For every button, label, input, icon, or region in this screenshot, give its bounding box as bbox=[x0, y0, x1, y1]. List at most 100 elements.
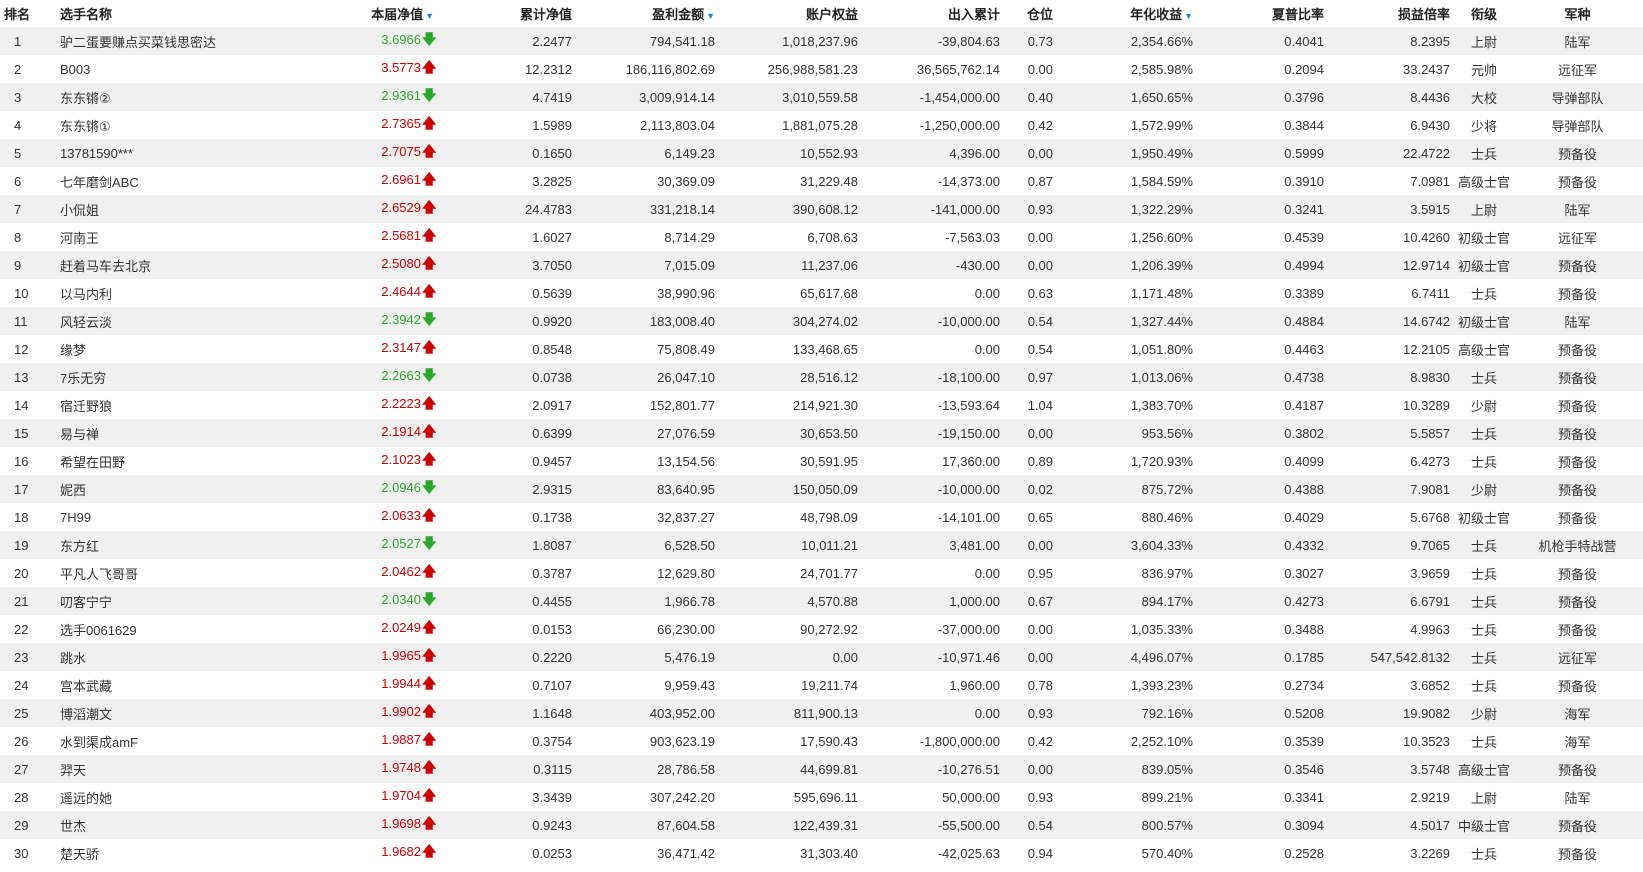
row-name[interactable]: 希望在田野 bbox=[56, 447, 332, 475]
row-name[interactable]: 宫本武藏 bbox=[56, 671, 332, 699]
table-row[interactable]: 27 羿天 1.9748🡅 0.3115 28,786.58 44,699.81 -10,2… bbox=[0, 755, 1643, 783]
row-sharpe: 0.4029 bbox=[1199, 503, 1330, 531]
table-row[interactable]: 4 东东锵① 2.7365🡅 1.5989 2,113,803.04 1,881,075.… bbox=[0, 111, 1643, 139]
table-row[interactable]: 1 驴二蛋要赚点买菜钱思密达 3.6966🡇 2.2477 794,541.18 1,01… bbox=[0, 27, 1643, 55]
table-row[interactable]: 10 以马内利 2.4644🡅 0.5639 38,990.96 65,617.68 0.0… bbox=[0, 279, 1643, 307]
table-row[interactable]: 26 水到渠成amF 1.9887🡅 0.3754 903,623.19 17,590.4… bbox=[0, 727, 1643, 755]
table-row[interactable]: 14 宿迁野狼 2.2223🡅 2.0917 152,801.77 214,921.30-… bbox=[0, 391, 1643, 419]
table-row[interactable]: 25 博滔潮文 1.9902🡅 1.1648 403,952.00 811,900.13 0… bbox=[0, 699, 1643, 727]
table-row[interactable]: 21 叨客宁宁 2.0340🡇 0.4455 1,966.78 4,570.88 1,000… bbox=[0, 587, 1643, 615]
row-annual: 1,322.29% bbox=[1059, 195, 1199, 223]
row-pl-ratio: 14.6742 bbox=[1330, 307, 1456, 335]
header-annual[interactable]: 年化收益 ▼ bbox=[1059, 0, 1199, 27]
row-name[interactable]: 缘梦 bbox=[56, 335, 332, 363]
arrow-up-icon: 🡅 bbox=[422, 339, 437, 355]
row-title: 少尉 bbox=[1456, 475, 1512, 503]
header-rank[interactable]: 排名 bbox=[0, 0, 56, 27]
row-sharpe: 0.3241 bbox=[1199, 195, 1330, 223]
header-sharpe[interactable]: 夏普比率 bbox=[1199, 0, 1330, 27]
row-name[interactable]: 东东锵② bbox=[56, 83, 332, 111]
header-nav[interactable]: 本届净值 ▼ bbox=[332, 0, 440, 27]
row-name[interactable]: 楚天骄 bbox=[56, 839, 332, 867]
row-name[interactable]: 13781590*** bbox=[56, 139, 332, 167]
row-annual: 1,572.99% bbox=[1059, 111, 1199, 139]
row-rank: 7 bbox=[0, 195, 56, 223]
table-row[interactable]: 19 东方红 2.0527🡇 1.8087 6,528.50 10,011.21 3,481… bbox=[0, 531, 1643, 559]
table-row[interactable]: 5 13781590*** 2.7075🡅 0.1650 6,149.23 10,552.… bbox=[0, 139, 1643, 167]
row-rank: 4 bbox=[0, 111, 56, 139]
table-row[interactable]: 30 楚天骄 1.9682🡅 0.0253 36,471.42 31,303.40 -42,… bbox=[0, 839, 1643, 867]
row-name[interactable]: 以马内利 bbox=[56, 279, 332, 307]
row-name[interactable]: 驴二蛋要赚点买菜钱思密达 bbox=[56, 27, 332, 55]
table-row[interactable]: 9 赶着马车去北京 2.5080🡅 3.7050 7,015.09 11,237.06 -4… bbox=[0, 251, 1643, 279]
nav-value: 1.9902 bbox=[381, 704, 421, 719]
row-name[interactable]: 小侃姐 bbox=[56, 195, 332, 223]
header-army-label: 军种 bbox=[1564, 7, 1591, 22]
header-title-label: 衔级 bbox=[1470, 7, 1497, 22]
row-name[interactable]: 河南王 bbox=[56, 223, 332, 251]
row-name[interactable]: 叨客宁宁 bbox=[56, 587, 332, 615]
header-army[interactable]: 军种 bbox=[1512, 0, 1643, 27]
table-row[interactable]: 28 遥远的她 1.9704🡅 3.3439 307,242.20 595,696.11 5… bbox=[0, 783, 1643, 811]
table-row[interactable]: 22 选手0061629 2.0249🡅 0.0153 66,230.00 90,272.… bbox=[0, 615, 1643, 643]
table-row[interactable]: 6 七年磨剑ABC 2.6961🡅 3.2825 30,369.09 31,229.48-… bbox=[0, 167, 1643, 195]
table-row[interactable]: 18 7H99 2.0633🡅 0.1738 32,837.27 48,798.09 -14… bbox=[0, 503, 1643, 531]
row-position: 0.87 bbox=[1006, 167, 1059, 195]
table-row[interactable]: 2 B003 3.5773🡅 12.2312 186,116,802.69 256,988… bbox=[0, 55, 1643, 83]
table-row[interactable]: 7 小侃姐 2.6529🡅 24.4783 331,218.14 390,608.12 -1… bbox=[0, 195, 1643, 223]
row-name[interactable]: 妮西 bbox=[56, 475, 332, 503]
row-name[interactable]: 选手0061629 bbox=[56, 615, 332, 643]
header-name[interactable]: 选手名称 bbox=[56, 0, 332, 27]
row-name[interactable]: 遥远的她 bbox=[56, 783, 332, 811]
header-cum-nav[interactable]: 累计净值 bbox=[440, 0, 578, 27]
table-row[interactable]: 12 缘梦 2.3147🡅 0.8548 75,808.49 133,468.65 0.00… bbox=[0, 335, 1643, 363]
row-name[interactable]: 七年磨剑ABC bbox=[56, 167, 332, 195]
row-name[interactable]: 易与禅 bbox=[56, 419, 332, 447]
row-name[interactable]: 7乐无穷 bbox=[56, 363, 332, 391]
row-title: 士兵 bbox=[1456, 643, 1512, 671]
row-nav: 2.4644🡅 bbox=[332, 279, 440, 307]
row-name[interactable]: 跳水 bbox=[56, 643, 332, 671]
header-inout[interactable]: 出入累计 bbox=[864, 0, 1006, 27]
row-inout: 0.00 bbox=[864, 699, 1006, 727]
row-name[interactable]: B003 bbox=[56, 55, 332, 83]
row-name[interactable]: 7H99 bbox=[56, 503, 332, 531]
nav-value: 2.4644 bbox=[381, 284, 421, 299]
row-army: 陆军 bbox=[1512, 27, 1643, 55]
arrow-up-icon: 🡅 bbox=[422, 619, 437, 635]
row-annual: 792.16% bbox=[1059, 699, 1199, 727]
header-equity[interactable]: 账户权益 bbox=[721, 0, 864, 27]
header-title[interactable]: 衔级 bbox=[1456, 0, 1512, 27]
row-profit: 8,714.29 bbox=[578, 223, 721, 251]
table-row[interactable]: 15 易与禅 2.1914🡅 0.6399 27,076.59 30,653.50 -19,… bbox=[0, 419, 1643, 447]
table-row[interactable]: 13 7乐无穷 2.2663🡇 0.0738 26,047.10 28,516.12 -18… bbox=[0, 363, 1643, 391]
table-row[interactable]: 29 世杰 1.9698🡅 0.9243 87,604.58 122,439.31 -55,… bbox=[0, 811, 1643, 839]
header-pl-ratio[interactable]: 损益倍率 bbox=[1330, 0, 1456, 27]
row-nav: 3.5773🡅 bbox=[332, 55, 440, 83]
row-name[interactable]: 赶着马车去北京 bbox=[56, 251, 332, 279]
row-name[interactable]: 平凡人飞哥哥 bbox=[56, 559, 332, 587]
row-name[interactable]: 宿迁野狼 bbox=[56, 391, 332, 419]
table-row[interactable]: 16 希望在田野 2.1023🡅 0.9457 13,154.56 30,591.95 17… bbox=[0, 447, 1643, 475]
row-profit: 186,116,802.69 bbox=[578, 55, 721, 83]
table-row[interactable]: 23 跳水 1.9965🡅 0.2220 5,476.19 0.00 -10,971.46 0… bbox=[0, 643, 1643, 671]
table-row[interactable]: 17 妮西 2.0946🡇 2.9315 83,640.95 150,050.09 -10,… bbox=[0, 475, 1643, 503]
row-sharpe: 0.3389 bbox=[1199, 279, 1330, 307]
row-name[interactable]: 风轻云淡 bbox=[56, 307, 332, 335]
row-name[interactable]: 世杰 bbox=[56, 811, 332, 839]
row-name[interactable]: 羿天 bbox=[56, 755, 332, 783]
header-profit[interactable]: 盈利金额 ▼ bbox=[578, 0, 721, 27]
table-row[interactable]: 20 平凡人飞哥哥 2.0462🡅 0.3787 12,629.80 24,701.77 0… bbox=[0, 559, 1643, 587]
row-nav: 3.6966🡇 bbox=[332, 27, 440, 55]
table-row[interactable]: 11 风轻云淡 2.3942🡇 0.9920 183,008.40 304,274.02-… bbox=[0, 307, 1643, 335]
row-name[interactable]: 水到渠成amF bbox=[56, 727, 332, 755]
table-row[interactable]: 24 宫本武藏 1.9944🡅 0.7107 9,959.43 19,211.74 1,96… bbox=[0, 671, 1643, 699]
table-row[interactable]: 3 东东锵② 2.9361🡇 4.7419 3,009,914.14 3,010,559.… bbox=[0, 83, 1643, 111]
row-equity: 4,570.88 bbox=[721, 587, 864, 615]
header-position[interactable]: 仓位 bbox=[1006, 0, 1059, 27]
arrow-up-icon: 🡅 bbox=[422, 759, 437, 775]
table-row[interactable]: 8 河南王 2.5681🡅 1.6027 8,714.29 6,708.63 -7,563.… bbox=[0, 223, 1643, 251]
row-name[interactable]: 东方红 bbox=[56, 531, 332, 559]
row-name[interactable]: 博滔潮文 bbox=[56, 699, 332, 727]
row-name[interactable]: 东东锵① bbox=[56, 111, 332, 139]
